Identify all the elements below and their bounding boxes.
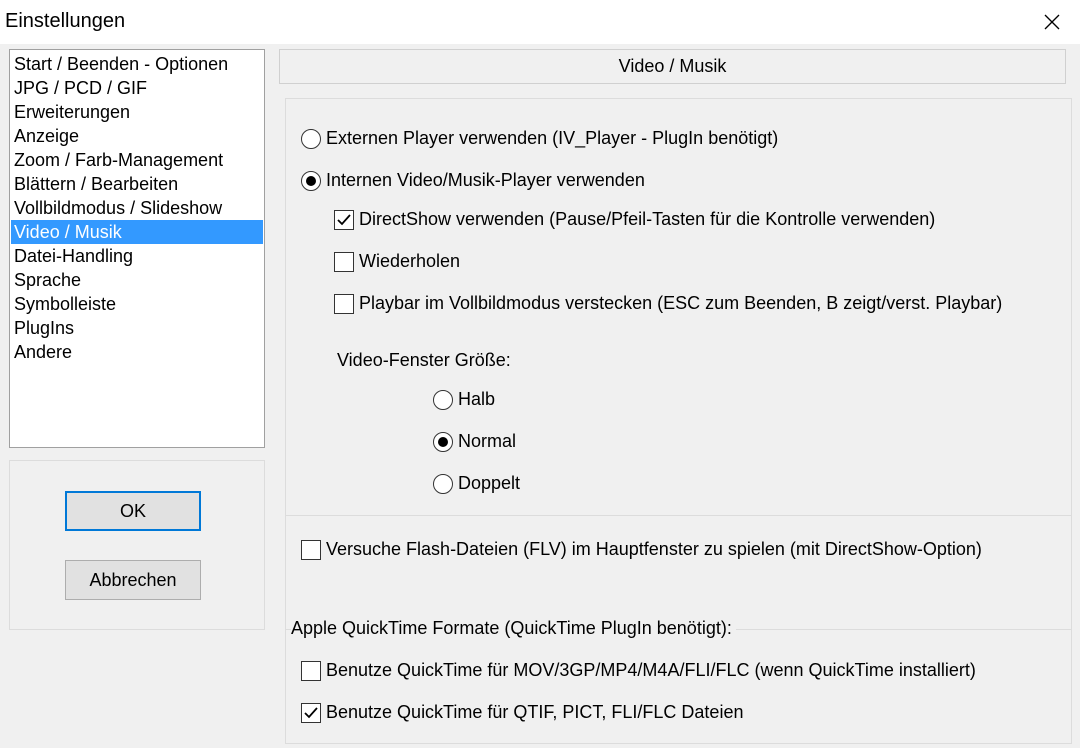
size-normal-option[interactable]: Normal — [433, 431, 516, 452]
window-title: Einstellungen — [5, 10, 126, 32]
size-half-label: Halb — [458, 389, 496, 409]
category-item-toolbar[interactable]: Symbolleiste — [11, 292, 263, 316]
page-title-text: Video / Musik — [618, 56, 727, 76]
category-item-display[interactable]: Anzeige — [11, 124, 263, 148]
hide-playbar-option[interactable]: Playbar im Vollbildmodus verstecken (ESC… — [334, 293, 1002, 314]
category-item-fullscreen[interactable]: Vollbildmodus / Slideshow — [11, 196, 263, 220]
category-item-other[interactable]: Andere — [11, 340, 263, 364]
category-item-extensions[interactable]: Erweiterungen — [11, 100, 263, 124]
button-panel — [9, 460, 265, 630]
close-button[interactable] — [1024, 0, 1080, 44]
checkmark-icon — [304, 706, 318, 718]
flash-option[interactable]: Versuche Flash-Dateien (FLV) im Hauptfen… — [301, 539, 982, 560]
size-normal-label: Normal — [458, 431, 517, 451]
category-item-start[interactable]: Start / Beenden - Optionen — [11, 52, 263, 76]
size-half-radio[interactable] — [433, 389, 453, 410]
quicktime-mov-option[interactable]: Benutze QuickTime für MOV/3GP/MP4/M4A/FL… — [301, 660, 976, 681]
internal-player-option[interactable]: Internen Video/Musik-Player verwenden — [301, 170, 645, 191]
category-item-plugins[interactable]: PlugIns — [11, 316, 263, 340]
directshow-checkbox[interactable] — [334, 209, 354, 230]
quicktime-mov-label: Benutze QuickTime für MOV/3GP/MP4/M4A/FL… — [326, 660, 976, 680]
quicktime-qtif-checkbox[interactable] — [301, 702, 321, 723]
quicktime-qtif-label: Benutze QuickTime für QTIF, PICT, FLI/FL… — [326, 702, 744, 722]
hide-playbar-label: Playbar im Vollbildmodus verstecken (ESC… — [359, 293, 1003, 313]
flash-checkbox[interactable] — [301, 539, 321, 560]
internal-player-label: Internen Video/Musik-Player verwenden — [326, 170, 645, 190]
close-icon — [1044, 14, 1060, 30]
category-item-language[interactable]: Sprache — [11, 268, 263, 292]
quicktime-qtif-option[interactable]: Benutze QuickTime für QTIF, PICT, FLI/FL… — [301, 702, 743, 723]
title-bar: Einstellungen — [0, 0, 1080, 44]
cancel-button[interactable]: Abbrechen — [65, 560, 201, 600]
directshow-label: DirectShow verwenden (Pause/Pfeil-Tasten… — [359, 209, 936, 229]
category-item-zoom[interactable]: Zoom / Farb-Management — [11, 148, 263, 172]
quicktime-mov-checkbox[interactable] — [301, 660, 321, 681]
internal-player-radio[interactable] — [301, 170, 321, 191]
category-item-browse[interactable]: Blättern / Bearbeiten — [11, 172, 263, 196]
ok-button[interactable]: OK — [65, 491, 201, 531]
hide-playbar-checkbox[interactable] — [334, 293, 354, 314]
category-item-video[interactable]: Video / Musik — [11, 220, 263, 244]
window-size-label: Video-Fenster Größe: — [337, 350, 511, 370]
repeat-checkbox[interactable] — [334, 251, 354, 272]
directshow-option[interactable]: DirectShow verwenden (Pause/Pfeil-Tasten… — [334, 209, 935, 230]
flash-group — [285, 515, 1072, 630]
repeat-option[interactable]: Wiederholen — [334, 251, 460, 272]
external-player-label: Externen Player verwenden (IV_Player - P… — [326, 128, 779, 148]
repeat-label: Wiederholen — [359, 251, 461, 271]
size-double-radio[interactable] — [433, 473, 453, 494]
page-title: Video / Musik — [279, 49, 1066, 84]
size-half-option[interactable]: Halb — [433, 389, 495, 410]
quicktime-group — [285, 629, 1072, 744]
category-list[interactable]: Start / Beenden - Optionen JPG / PCD / G… — [9, 49, 265, 448]
checkmark-icon — [337, 213, 351, 225]
external-player-option[interactable]: Externen Player verwenden (IV_Player - P… — [301, 128, 778, 149]
category-item-jpg[interactable]: JPG / PCD / GIF — [11, 76, 263, 100]
size-double-label: Doppelt — [458, 473, 521, 493]
external-player-radio[interactable] — [301, 128, 321, 149]
flash-label: Versuche Flash-Dateien (FLV) im Hauptfen… — [326, 539, 982, 559]
quicktime-group-label: Apple QuickTime Formate (QuickTime PlugI… — [291, 618, 736, 639]
size-double-option[interactable]: Doppelt — [433, 473, 520, 494]
size-normal-radio[interactable] — [433, 431, 453, 452]
window-size-heading: Video-Fenster Größe: — [337, 350, 511, 371]
category-item-file-handling[interactable]: Datei-Handling — [11, 244, 263, 268]
